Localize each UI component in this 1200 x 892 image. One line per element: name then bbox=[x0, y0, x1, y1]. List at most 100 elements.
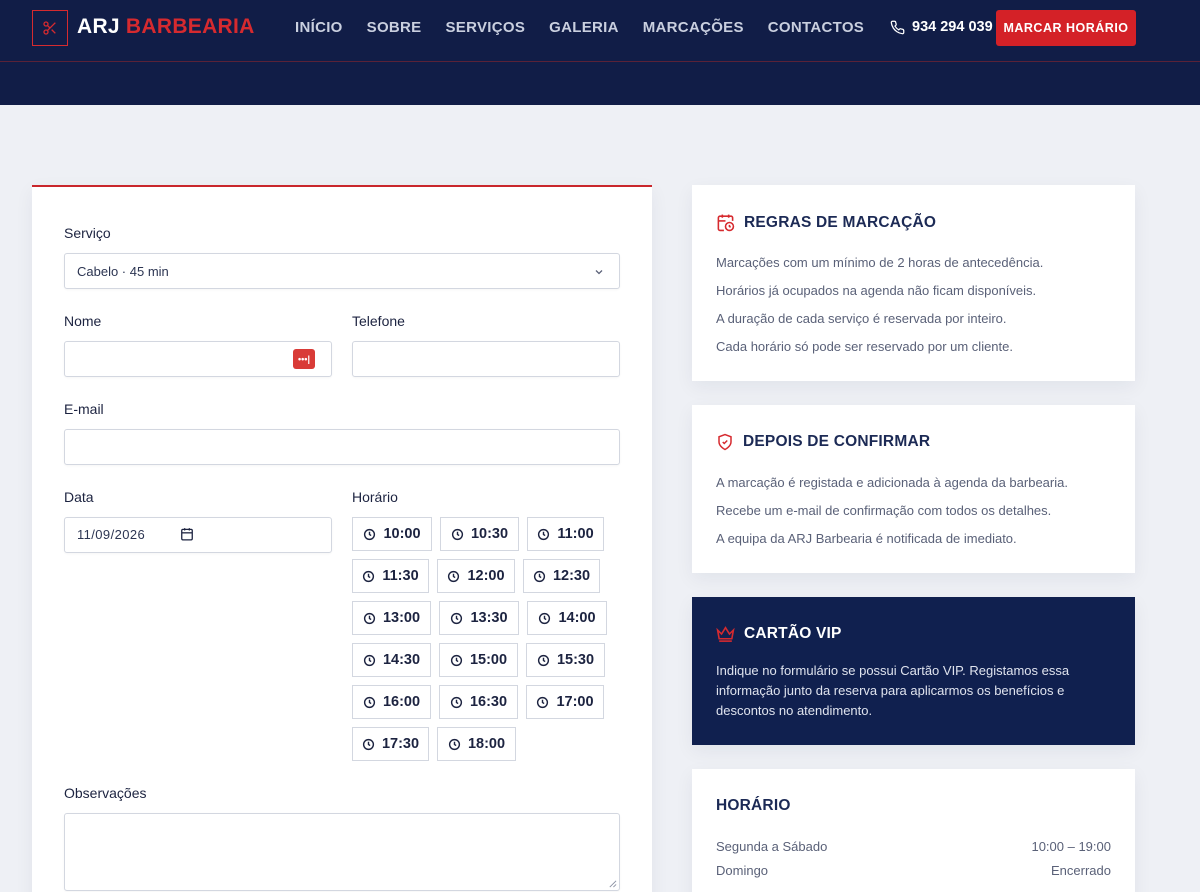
time-slot-label: 13:00 bbox=[382, 610, 421, 626]
clock-icon bbox=[448, 570, 460, 582]
time-slot-button[interactable]: 12:30 bbox=[523, 559, 600, 593]
notes-textarea[interactable] bbox=[64, 813, 620, 891]
time-slot-label: 15:30 bbox=[556, 652, 595, 668]
clock-icon bbox=[363, 654, 376, 666]
logo-part-barbearia: BARBEARIA bbox=[125, 15, 255, 38]
nav-galeria[interactable]: GALERIA bbox=[549, 19, 619, 36]
clock-icon bbox=[363, 570, 375, 582]
hours-title-text: HORÁRIO bbox=[716, 797, 791, 814]
clock-icon bbox=[451, 612, 463, 624]
calendar-clock-icon bbox=[717, 214, 735, 232]
after-line: A equipa da ARJ Barbearia é notificada d… bbox=[716, 531, 1017, 546]
clock-icon bbox=[363, 612, 376, 624]
vip-description: Indique no formulário se possui Cartão V… bbox=[716, 663, 1070, 718]
main-nav: INÍCIO SOBRE SERVIÇOS GALERIA MARCAÇÕES … bbox=[295, 19, 864, 36]
time-slot-button[interactable]: 16:00 bbox=[352, 685, 431, 719]
time-slot-button[interactable]: 15:30 bbox=[526, 643, 605, 677]
book-appointment-button[interactable]: MARCAR HORÁRIO bbox=[996, 10, 1136, 46]
rules-title: REGRAS DE MARCAÇÃO bbox=[716, 213, 936, 232]
time-slot-label: 17:00 bbox=[556, 694, 594, 710]
time-slot-label: 17:30 bbox=[381, 736, 420, 752]
time-slot-button[interactable]: 12:00 bbox=[437, 559, 515, 593]
clock-icon bbox=[533, 570, 546, 582]
after-line: A marcação é registada e adicionada à ag… bbox=[716, 475, 1068, 490]
date-label: Data bbox=[64, 489, 94, 505]
hours-title: HORÁRIO bbox=[716, 797, 791, 815]
logo-mark[interactable] bbox=[32, 10, 68, 46]
resize-handle-icon[interactable] bbox=[608, 879, 617, 888]
name-label: Nome bbox=[64, 313, 102, 329]
notes-label: Observações bbox=[64, 785, 147, 801]
time-slot-label: 18:00 bbox=[467, 736, 506, 752]
time-slot-label: 14:30 bbox=[382, 652, 421, 668]
after-title: DEPOIS DE CONFIRMAR bbox=[716, 433, 930, 451]
email-label: E-mail bbox=[64, 401, 104, 417]
crown-icon bbox=[716, 626, 735, 642]
time-slot-button[interactable]: 17:00 bbox=[526, 685, 604, 719]
time-slot-button[interactable]: 15:00 bbox=[439, 643, 518, 677]
clock-icon bbox=[364, 528, 376, 540]
time-slot-button[interactable]: 16:30 bbox=[439, 685, 518, 719]
hours-card: HORÁRIO Segunda a Sábado 10:00 – 19:00 D… bbox=[692, 769, 1135, 892]
service-select[interactable]: Cabelo · 45 min bbox=[64, 253, 620, 289]
password-manager-icon[interactable]: •••| bbox=[293, 349, 315, 369]
after-line: Recebe um e-mail de confirmação com todo… bbox=[716, 503, 1052, 518]
shield-check-icon bbox=[718, 433, 732, 451]
rules-line: A duração de cada serviço é reservada po… bbox=[716, 311, 1007, 326]
calendar-icon[interactable] bbox=[180, 527, 194, 541]
logo-text[interactable]: ARJ BARBEARIA bbox=[77, 15, 255, 39]
rules-title-text: REGRAS DE MARCAÇÃO bbox=[744, 213, 937, 231]
time-slot-label: 15:00 bbox=[469, 652, 508, 668]
vip-title-text: CARTÃO VIP bbox=[744, 625, 842, 642]
clock-icon bbox=[538, 528, 550, 540]
time-slot-label: 10:30 bbox=[470, 526, 509, 542]
hours-time: 10:00 – 19:00 bbox=[1031, 839, 1111, 854]
time-slot-button[interactable]: 14:30 bbox=[352, 643, 431, 677]
after-confirm-card: DEPOIS DE CONFIRMAR A marcação é regista… bbox=[692, 405, 1135, 573]
logo-part-arj: ARJ bbox=[77, 15, 120, 38]
time-label: Horário bbox=[352, 489, 398, 505]
time-slot-button[interactable]: 10:00 bbox=[352, 517, 432, 551]
rules-line: Horários já ocupados na agenda não ficam… bbox=[716, 283, 1037, 298]
hours-day: Segunda a Sábado bbox=[716, 839, 828, 854]
booking-form: Serviço Cabelo · 45 min Nome •••| Telefo… bbox=[32, 185, 652, 892]
site-header: ARJ BARBEARIA INÍCIO SOBRE SERVIÇOS GALER… bbox=[0, 0, 1200, 105]
date-input[interactable]: 11/09/2026 bbox=[64, 517, 332, 553]
nav-sobre[interactable]: SOBRE bbox=[367, 19, 422, 36]
hours-row: Domingo Encerrado bbox=[716, 863, 1111, 878]
clock-icon bbox=[450, 654, 463, 666]
nav-inicio[interactable]: INÍCIO bbox=[295, 19, 343, 36]
time-slot-button[interactable]: 17:30 bbox=[352, 727, 429, 761]
time-slot-label: 11:00 bbox=[557, 526, 594, 542]
clock-icon bbox=[537, 696, 549, 708]
vip-title: CARTÃO VIP bbox=[716, 625, 842, 643]
time-slot-label: 13:30 bbox=[470, 610, 508, 626]
time-slot-button[interactable]: 18:00 bbox=[437, 727, 516, 761]
nav-contactos[interactable]: CONTACTOS bbox=[768, 19, 864, 36]
nav-marcacoes[interactable]: MARCAÇÕES bbox=[643, 19, 744, 36]
email-input[interactable] bbox=[64, 429, 620, 465]
chevron-down-icon bbox=[595, 270, 603, 275]
clock-icon bbox=[362, 738, 375, 750]
header-phone[interactable]: 934 294 039 bbox=[890, 19, 993, 35]
rules-line: Marcações com um mínimo de 2 horas de an… bbox=[716, 255, 1044, 270]
phone-number: 934 294 039 bbox=[912, 19, 993, 35]
clock-icon bbox=[363, 696, 376, 708]
nav-servicos[interactable]: SERVIÇOS bbox=[445, 19, 525, 36]
service-select-value: Cabelo · 45 min bbox=[77, 264, 169, 279]
time-slot-button[interactable]: 10:30 bbox=[440, 517, 519, 551]
date-input-value: 11/09/2026 bbox=[77, 527, 146, 542]
time-slot-label: 12:30 bbox=[552, 568, 591, 584]
time-slot-label: 16:00 bbox=[382, 694, 421, 710]
hours-day: Domingo bbox=[716, 863, 769, 878]
after-title-text: DEPOIS DE CONFIRMAR bbox=[743, 433, 931, 450]
rules-card: REGRAS DE MARCAÇÃO Marcações com um míni… bbox=[692, 185, 1135, 381]
name-input[interactable]: •••| bbox=[64, 341, 332, 377]
time-slot-button[interactable]: 13:00 bbox=[352, 601, 431, 635]
time-slot-button[interactable]: 11:00 bbox=[527, 517, 604, 551]
time-slot-button[interactable]: 14:00 bbox=[527, 601, 607, 635]
time-slot-button[interactable]: 11:30 bbox=[352, 559, 429, 593]
phone-input[interactable] bbox=[352, 341, 620, 377]
time-slot-label: 14:00 bbox=[558, 610, 596, 626]
time-slot-button[interactable]: 13:30 bbox=[439, 601, 519, 635]
